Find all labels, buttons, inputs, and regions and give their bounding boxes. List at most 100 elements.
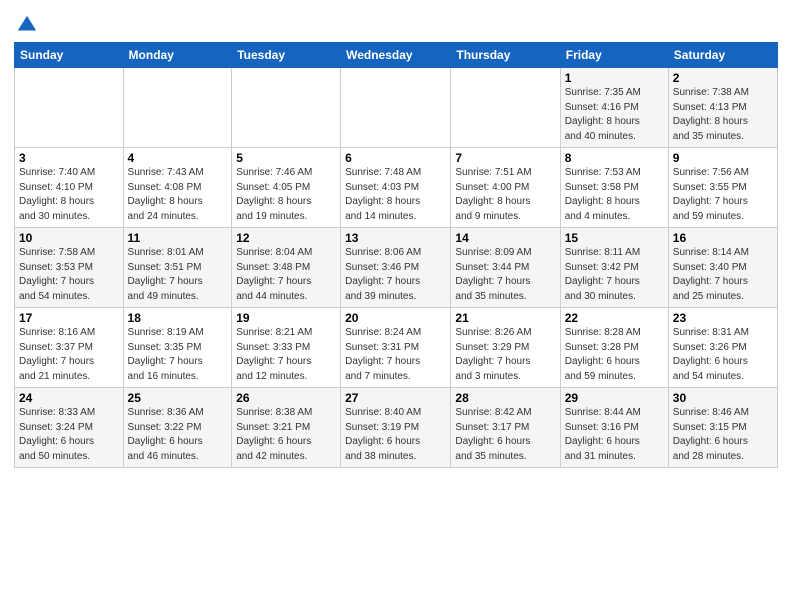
day-detail: Sunrise: 8:19 AM Sunset: 3:35 PM Dayligh… bbox=[128, 326, 228, 384]
day-detail: Sunrise: 8:46 AM Sunset: 3:15 PM Dayligh… bbox=[673, 406, 773, 464]
day-cell: 28Sunrise: 8:42 AM Sunset: 3:17 PM Dayli… bbox=[451, 388, 560, 468]
day-detail: Sunrise: 8:42 AM Sunset: 3:17 PM Dayligh… bbox=[455, 406, 555, 464]
logo-icon bbox=[16, 14, 38, 36]
day-detail: Sunrise: 7:38 AM Sunset: 4:13 PM Dayligh… bbox=[673, 86, 773, 144]
day-cell: 22Sunrise: 8:28 AM Sunset: 3:28 PM Dayli… bbox=[560, 308, 668, 388]
day-detail: Sunrise: 7:58 AM Sunset: 3:53 PM Dayligh… bbox=[19, 246, 119, 304]
day-cell: 26Sunrise: 8:38 AM Sunset: 3:21 PM Dayli… bbox=[232, 388, 341, 468]
day-cell bbox=[232, 68, 341, 148]
day-detail: Sunrise: 7:46 AM Sunset: 4:05 PM Dayligh… bbox=[236, 166, 336, 224]
day-detail: Sunrise: 8:09 AM Sunset: 3:44 PM Dayligh… bbox=[455, 246, 555, 304]
weekday-header-saturday: Saturday bbox=[668, 43, 777, 68]
day-number: 22 bbox=[565, 311, 664, 325]
day-number: 30 bbox=[673, 391, 773, 405]
day-detail: Sunrise: 8:33 AM Sunset: 3:24 PM Dayligh… bbox=[19, 406, 119, 464]
day-cell: 23Sunrise: 8:31 AM Sunset: 3:26 PM Dayli… bbox=[668, 308, 777, 388]
day-number: 15 bbox=[565, 231, 664, 245]
day-cell: 21Sunrise: 8:26 AM Sunset: 3:29 PM Dayli… bbox=[451, 308, 560, 388]
logo bbox=[14, 14, 38, 36]
day-number: 9 bbox=[673, 151, 773, 165]
day-detail: Sunrise: 8:40 AM Sunset: 3:19 PM Dayligh… bbox=[345, 406, 446, 464]
day-cell: 1Sunrise: 7:35 AM Sunset: 4:16 PM Daylig… bbox=[560, 68, 668, 148]
weekday-header-sunday: Sunday bbox=[15, 43, 124, 68]
day-detail: Sunrise: 7:43 AM Sunset: 4:08 PM Dayligh… bbox=[128, 166, 228, 224]
day-detail: Sunrise: 8:01 AM Sunset: 3:51 PM Dayligh… bbox=[128, 246, 228, 304]
week-row-2: 3Sunrise: 7:40 AM Sunset: 4:10 PM Daylig… bbox=[15, 148, 778, 228]
day-cell: 30Sunrise: 8:46 AM Sunset: 3:15 PM Dayli… bbox=[668, 388, 777, 468]
day-detail: Sunrise: 7:35 AM Sunset: 4:16 PM Dayligh… bbox=[565, 86, 664, 144]
day-detail: Sunrise: 8:21 AM Sunset: 3:33 PM Dayligh… bbox=[236, 326, 336, 384]
day-number: 14 bbox=[455, 231, 555, 245]
day-detail: Sunrise: 7:40 AM Sunset: 4:10 PM Dayligh… bbox=[19, 166, 119, 224]
day-number: 25 bbox=[128, 391, 228, 405]
day-number: 18 bbox=[128, 311, 228, 325]
day-number: 7 bbox=[455, 151, 555, 165]
day-number: 3 bbox=[19, 151, 119, 165]
day-number: 1 bbox=[565, 71, 664, 85]
day-number: 26 bbox=[236, 391, 336, 405]
day-number: 28 bbox=[455, 391, 555, 405]
day-cell: 29Sunrise: 8:44 AM Sunset: 3:16 PM Dayli… bbox=[560, 388, 668, 468]
day-cell: 18Sunrise: 8:19 AM Sunset: 3:35 PM Dayli… bbox=[123, 308, 232, 388]
day-cell: 20Sunrise: 8:24 AM Sunset: 3:31 PM Dayli… bbox=[341, 308, 451, 388]
header-row bbox=[14, 10, 778, 36]
day-number: 20 bbox=[345, 311, 446, 325]
day-number: 13 bbox=[345, 231, 446, 245]
day-number: 21 bbox=[455, 311, 555, 325]
day-number: 5 bbox=[236, 151, 336, 165]
day-detail: Sunrise: 8:36 AM Sunset: 3:22 PM Dayligh… bbox=[128, 406, 228, 464]
day-cell: 6Sunrise: 7:48 AM Sunset: 4:03 PM Daylig… bbox=[341, 148, 451, 228]
day-number: 12 bbox=[236, 231, 336, 245]
day-detail: Sunrise: 8:11 AM Sunset: 3:42 PM Dayligh… bbox=[565, 246, 664, 304]
day-cell: 24Sunrise: 8:33 AM Sunset: 3:24 PM Dayli… bbox=[15, 388, 124, 468]
day-cell: 12Sunrise: 8:04 AM Sunset: 3:48 PM Dayli… bbox=[232, 228, 341, 308]
day-detail: Sunrise: 7:53 AM Sunset: 3:58 PM Dayligh… bbox=[565, 166, 664, 224]
day-cell: 25Sunrise: 8:36 AM Sunset: 3:22 PM Dayli… bbox=[123, 388, 232, 468]
day-cell: 8Sunrise: 7:53 AM Sunset: 3:58 PM Daylig… bbox=[560, 148, 668, 228]
day-number: 11 bbox=[128, 231, 228, 245]
day-cell: 13Sunrise: 8:06 AM Sunset: 3:46 PM Dayli… bbox=[341, 228, 451, 308]
day-cell: 3Sunrise: 7:40 AM Sunset: 4:10 PM Daylig… bbox=[15, 148, 124, 228]
day-number: 4 bbox=[128, 151, 228, 165]
day-detail: Sunrise: 8:28 AM Sunset: 3:28 PM Dayligh… bbox=[565, 326, 664, 384]
day-detail: Sunrise: 8:38 AM Sunset: 3:21 PM Dayligh… bbox=[236, 406, 336, 464]
day-cell: 11Sunrise: 8:01 AM Sunset: 3:51 PM Dayli… bbox=[123, 228, 232, 308]
day-number: 29 bbox=[565, 391, 664, 405]
day-cell bbox=[123, 68, 232, 148]
day-number: 8 bbox=[565, 151, 664, 165]
day-detail: Sunrise: 8:44 AM Sunset: 3:16 PM Dayligh… bbox=[565, 406, 664, 464]
day-detail: Sunrise: 8:26 AM Sunset: 3:29 PM Dayligh… bbox=[455, 326, 555, 384]
week-row-3: 10Sunrise: 7:58 AM Sunset: 3:53 PM Dayli… bbox=[15, 228, 778, 308]
main-container: SundayMondayTuesdayWednesdayThursdayFrid… bbox=[0, 0, 792, 612]
weekday-header-thursday: Thursday bbox=[451, 43, 560, 68]
day-number: 23 bbox=[673, 311, 773, 325]
day-number: 24 bbox=[19, 391, 119, 405]
day-cell: 7Sunrise: 7:51 AM Sunset: 4:00 PM Daylig… bbox=[451, 148, 560, 228]
day-cell: 9Sunrise: 7:56 AM Sunset: 3:55 PM Daylig… bbox=[668, 148, 777, 228]
day-detail: Sunrise: 8:31 AM Sunset: 3:26 PM Dayligh… bbox=[673, 326, 773, 384]
weekday-header-friday: Friday bbox=[560, 43, 668, 68]
day-detail: Sunrise: 7:51 AM Sunset: 4:00 PM Dayligh… bbox=[455, 166, 555, 224]
day-cell: 2Sunrise: 7:38 AM Sunset: 4:13 PM Daylig… bbox=[668, 68, 777, 148]
day-cell bbox=[341, 68, 451, 148]
day-detail: Sunrise: 8:16 AM Sunset: 3:37 PM Dayligh… bbox=[19, 326, 119, 384]
day-number: 17 bbox=[19, 311, 119, 325]
weekday-header-tuesday: Tuesday bbox=[232, 43, 341, 68]
day-number: 19 bbox=[236, 311, 336, 325]
day-detail: Sunrise: 7:48 AM Sunset: 4:03 PM Dayligh… bbox=[345, 166, 446, 224]
day-number: 2 bbox=[673, 71, 773, 85]
day-cell: 4Sunrise: 7:43 AM Sunset: 4:08 PM Daylig… bbox=[123, 148, 232, 228]
day-cell: 10Sunrise: 7:58 AM Sunset: 3:53 PM Dayli… bbox=[15, 228, 124, 308]
logo-text bbox=[14, 14, 38, 36]
day-detail: Sunrise: 8:06 AM Sunset: 3:46 PM Dayligh… bbox=[345, 246, 446, 304]
week-row-4: 17Sunrise: 8:16 AM Sunset: 3:37 PM Dayli… bbox=[15, 308, 778, 388]
day-cell: 5Sunrise: 7:46 AM Sunset: 4:05 PM Daylig… bbox=[232, 148, 341, 228]
day-number: 6 bbox=[345, 151, 446, 165]
day-cell: 27Sunrise: 8:40 AM Sunset: 3:19 PM Dayli… bbox=[341, 388, 451, 468]
day-number: 10 bbox=[19, 231, 119, 245]
day-number: 16 bbox=[673, 231, 773, 245]
day-cell: 15Sunrise: 8:11 AM Sunset: 3:42 PM Dayli… bbox=[560, 228, 668, 308]
day-detail: Sunrise: 8:14 AM Sunset: 3:40 PM Dayligh… bbox=[673, 246, 773, 304]
weekday-header-row: SundayMondayTuesdayWednesdayThursdayFrid… bbox=[15, 43, 778, 68]
day-cell: 19Sunrise: 8:21 AM Sunset: 3:33 PM Dayli… bbox=[232, 308, 341, 388]
